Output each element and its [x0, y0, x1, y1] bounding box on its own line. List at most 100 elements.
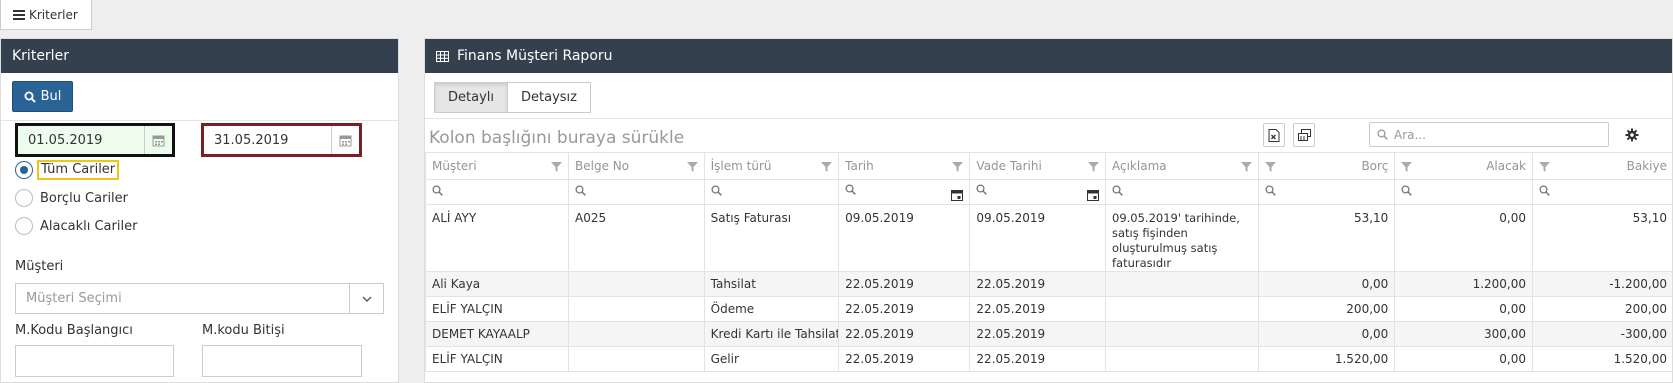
filter-icon[interactable]	[821, 161, 833, 175]
cell-aciklama	[1105, 296, 1259, 322]
group-panel-hint[interactable]: Kolon başlığını buraya sürükle	[429, 128, 684, 148]
radio-creditor-customers[interactable]: Alacaklı Cariler	[15, 217, 137, 235]
end-date-input[interactable]: 31.05.2019	[201, 123, 362, 157]
column-header-borc[interactable]: Borç	[1257, 152, 1396, 180]
start-date-value: 01.05.2019	[28, 132, 103, 148]
find-button[interactable]: Bul	[12, 81, 73, 112]
grid-header-row: Müşteri Belge No İşlem türü Tarih Vade T…	[425, 152, 1672, 180]
filter-icon[interactable]	[1240, 161, 1252, 175]
radio-debtor-customers[interactable]: Borçlu Cariler	[15, 189, 128, 207]
code-end-label: M.kodu Bitişi	[202, 323, 285, 338]
cell-tarih: 22.05.2019	[838, 346, 971, 372]
filter-icon[interactable]	[686, 161, 698, 175]
cell-belge-no	[568, 296, 705, 322]
search-icon	[24, 91, 36, 103]
column-header-musteri[interactable]: Müşteri	[425, 152, 570, 180]
cell-musteri: Ali Kaya	[425, 271, 570, 297]
calendar-icon[interactable]	[1087, 189, 1099, 201]
column-header-islem-turu[interactable]: İşlem türü	[703, 152, 840, 180]
radio-label: Tüm Cariler	[37, 160, 120, 180]
table-row[interactable]: DEMET KAYAALP Kredi Kartı ile Tahsilat 2…	[425, 321, 1672, 347]
find-button-label: Bul	[40, 89, 62, 104]
cell-aciklama	[1105, 321, 1259, 347]
filter-cell[interactable]	[1105, 179, 1259, 205]
excel-icon	[1268, 128, 1280, 142]
tab-detailed[interactable]: Detaylı	[434, 82, 508, 113]
report-panel: Finans Müşteri Raporu Detaylı Detaysız K…	[424, 38, 1673, 383]
report-panel-header: Finans Müşteri Raporu	[425, 39, 1672, 73]
criteria-panel-title: Kriterler	[1, 39, 398, 73]
report-title: Finans Müşteri Raporu	[457, 48, 613, 64]
filter-cell[interactable]	[703, 179, 840, 205]
filter-cell[interactable]	[1257, 179, 1396, 205]
cell-vade-tarihi: 22.05.2019	[969, 321, 1106, 347]
filter-icon[interactable]	[1264, 161, 1276, 175]
filter-icon[interactable]	[1539, 161, 1550, 175]
search-icon	[711, 185, 722, 196]
table-row[interactable]: ELİF YALÇIN Gelir 22.05.2019 22.05.2019 …	[425, 346, 1672, 372]
radio-button[interactable]	[15, 189, 33, 207]
radio-all-customers[interactable]: Tüm Cariler	[15, 160, 120, 180]
chevron-down-icon[interactable]	[349, 284, 383, 313]
column-header-belge-no[interactable]: Belge No	[568, 152, 705, 180]
customer-select[interactable]: Müşteri Seçimi	[15, 283, 384, 314]
hamburger-icon	[13, 9, 25, 20]
cell-musteri: ALİ AYY	[425, 204, 570, 272]
search-icon	[575, 185, 586, 196]
report-tabs: Detaylı Detaysız	[425, 73, 1672, 119]
code-end-input[interactable]	[202, 345, 362, 377]
customer-label: Müşteri	[15, 259, 64, 274]
column-title: Vade Tarihi	[976, 159, 1042, 173]
cell-musteri: DEMET KAYAALP	[425, 321, 570, 347]
export-excel-button[interactable]	[1263, 123, 1285, 147]
filter-cell[interactable]	[838, 179, 971, 205]
column-title: Müşteri	[432, 159, 477, 173]
cell-musteri: ELİF YALÇIN	[425, 346, 570, 372]
criteria-toggle-button[interactable]: Kriterler	[0, 0, 92, 30]
cell-borc: 53,10	[1257, 204, 1396, 272]
cell-alacak: 0,00	[1394, 346, 1533, 372]
column-header-bakiye[interactable]: Bakiye	[1532, 152, 1672, 180]
filter-icon[interactable]	[551, 161, 563, 175]
end-date-value: 31.05.2019	[214, 132, 289, 148]
column-header-aciklama[interactable]: Açıklama	[1105, 152, 1259, 180]
code-start-input[interactable]	[15, 345, 174, 377]
cell-belge-no	[568, 346, 705, 372]
criteria-toggle-label: Kriterler	[29, 7, 78, 22]
table-row[interactable]: ELİF YALÇIN Ödeme 22.05.2019 22.05.2019 …	[425, 296, 1672, 322]
gear-icon[interactable]	[1621, 124, 1643, 146]
search-icon	[1265, 185, 1276, 196]
search-icon	[1401, 185, 1413, 196]
filter-icon[interactable]	[1088, 161, 1099, 175]
calendar-icon[interactable]	[951, 189, 964, 201]
cell-aciklama: 09.05.2019' tarihinde, satış fişinden ol…	[1105, 204, 1259, 272]
search-icon	[432, 185, 443, 196]
grid-toolbar: Kolon başlığını buraya sürükle Ara...	[425, 119, 1672, 152]
radio-button[interactable]	[15, 217, 33, 235]
grid-search-input[interactable]: Ara...	[1369, 122, 1609, 147]
table-row[interactable]: Ali Kaya Tahsilat 22.05.2019 22.05.2019 …	[425, 271, 1672, 297]
column-chooser-icon	[1297, 129, 1311, 141]
tab-summary[interactable]: Detaysız	[508, 82, 591, 113]
filter-cell[interactable]	[425, 179, 570, 205]
filter-cell[interactable]	[969, 179, 1106, 205]
table-row[interactable]: ALİ AYY A025 Satış Faturası 09.05.2019 0…	[425, 204, 1672, 272]
column-header-vade-tarihi[interactable]: Vade Tarihi	[969, 152, 1106, 180]
filter-icon[interactable]	[952, 161, 964, 175]
column-header-tarih[interactable]: Tarih	[838, 152, 971, 180]
filter-cell[interactable]	[568, 179, 705, 205]
column-header-alacak[interactable]: Alacak	[1394, 152, 1533, 180]
start-date-input[interactable]: 01.05.2019	[15, 123, 175, 157]
filter-cell[interactable]	[1532, 179, 1672, 205]
cell-islem-turu: Tahsilat	[703, 271, 840, 297]
radio-button[interactable]	[15, 161, 33, 179]
filter-cell[interactable]	[1394, 179, 1533, 205]
cell-bakiye: 200,00	[1532, 296, 1672, 322]
calendar-icon[interactable]	[144, 126, 172, 154]
calendar-icon[interactable]	[331, 126, 359, 154]
column-chooser-button[interactable]	[1293, 123, 1315, 147]
cell-borc: 200,00	[1257, 296, 1396, 322]
filter-icon[interactable]	[1401, 161, 1413, 175]
cell-tarih: 22.05.2019	[838, 296, 971, 322]
column-title: Açıklama	[1112, 159, 1167, 173]
